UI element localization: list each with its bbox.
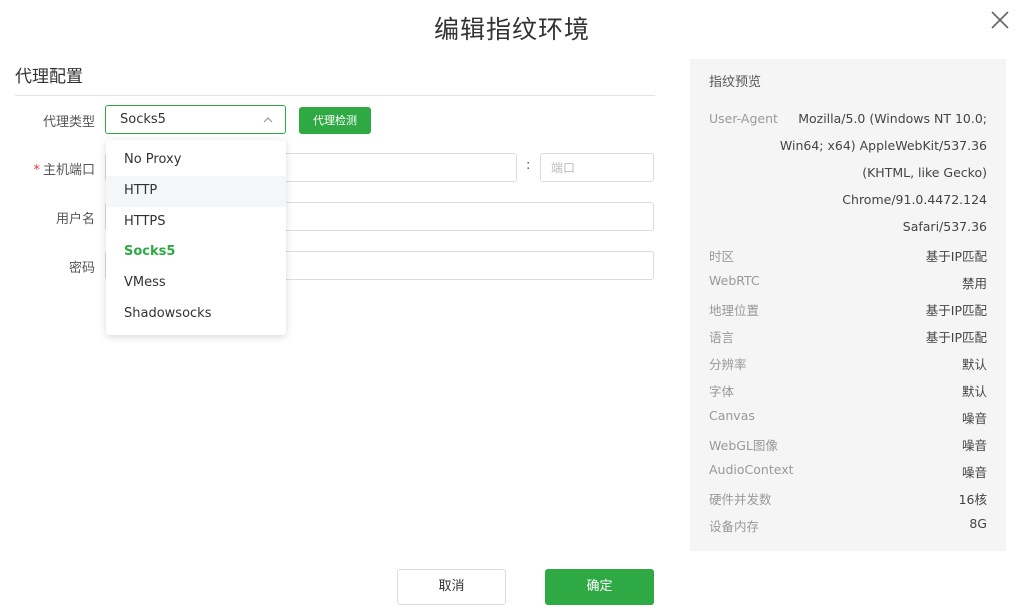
dropdown-option-https[interactable]: HTTPS bbox=[106, 207, 286, 238]
user-agent-line: Safari/537.36 bbox=[902, 219, 987, 234]
preview-value: 基于IP匹配 bbox=[925, 330, 987, 345]
preview-value: 8G bbox=[969, 516, 987, 531]
cancel-button[interactable]: 取消 bbox=[397, 569, 506, 605]
section-divider bbox=[15, 95, 655, 96]
proxy-type-dropdown: No Proxy HTTP HTTPS Socks5 VMess Shadows… bbox=[106, 140, 286, 335]
close-button[interactable] bbox=[988, 8, 1012, 32]
user-agent-line: Chrome/91.0.4472.124 bbox=[842, 192, 987, 207]
close-icon bbox=[991, 11, 1009, 29]
user-agent-line: (KHTML, like Gecko) bbox=[862, 165, 987, 180]
preview-label: 分辨率 bbox=[709, 357, 747, 372]
preview-value: 噪音 bbox=[961, 411, 987, 426]
proxy-type-label: 代理类型 bbox=[42, 115, 95, 130]
fingerprint-preview-panel: 指纹预览 User-Agent Mozilla/5.0 (Windows NT … bbox=[690, 59, 1006, 551]
preview-value: 默认 bbox=[961, 357, 987, 372]
proxy-type-value: Socks5 bbox=[120, 112, 166, 127]
preview-value: 16核 bbox=[958, 492, 987, 507]
confirm-button[interactable]: 确定 bbox=[545, 569, 654, 605]
host-port-label-text: 主机端口 bbox=[42, 163, 95, 178]
preview-label: 硬件并发数 bbox=[709, 492, 772, 507]
preview-title: 指纹预览 bbox=[709, 75, 762, 90]
preview-value: 基于IP匹配 bbox=[925, 249, 987, 264]
preview-value: 基于IP匹配 bbox=[925, 303, 987, 318]
proxy-type-select[interactable]: Socks5 bbox=[105, 105, 286, 134]
chevron-up-icon bbox=[263, 117, 273, 123]
dropdown-option-no-proxy[interactable]: No Proxy bbox=[106, 145, 286, 176]
host-port-label: * 主机端口 bbox=[15, 159, 95, 178]
preview-label: 语言 bbox=[709, 330, 735, 345]
preview-label: 时区 bbox=[709, 249, 735, 264]
proxy-check-button[interactable]: 代理检测 bbox=[299, 107, 371, 134]
preview-label: Canvas bbox=[709, 408, 755, 423]
preview-label: WebGL图像 bbox=[709, 438, 778, 453]
user-agent-line: Win64; x64) AppleWebKit/537.36 bbox=[779, 138, 987, 153]
preview-label: 设备内存 bbox=[709, 519, 760, 534]
preview-label: AudioContext bbox=[709, 462, 794, 477]
dropdown-option-http[interactable]: HTTP bbox=[106, 175, 286, 207]
password-label: 密码 bbox=[68, 261, 95, 276]
dialog-title: 编辑指纹环境 bbox=[433, 15, 590, 44]
required-mark: * bbox=[33, 163, 40, 178]
preview-value: 禁用 bbox=[961, 276, 987, 291]
section-title: 代理配置 bbox=[15, 67, 83, 87]
dropdown-option-socks5[interactable]: Socks5 bbox=[106, 237, 286, 268]
preview-label: 地理位置 bbox=[709, 303, 760, 318]
dropdown-option-vmess[interactable]: VMess bbox=[106, 268, 286, 299]
username-label: 用户名 bbox=[55, 212, 95, 227]
preview-value: 默认 bbox=[961, 384, 987, 399]
preview-value: 噪音 bbox=[961, 465, 987, 480]
dropdown-option-shadowsocks[interactable]: Shadowsocks bbox=[106, 299, 286, 330]
user-agent-line: Mozilla/5.0 (Windows NT 10.0; bbox=[798, 111, 987, 126]
port-input[interactable] bbox=[540, 153, 654, 182]
preview-value: 噪音 bbox=[961, 438, 987, 453]
port-separator: : bbox=[526, 158, 531, 173]
preview-label-user-agent: User-Agent bbox=[709, 111, 778, 126]
preview-label: 字体 bbox=[709, 384, 735, 399]
preview-label: WebRTC bbox=[709, 273, 760, 288]
